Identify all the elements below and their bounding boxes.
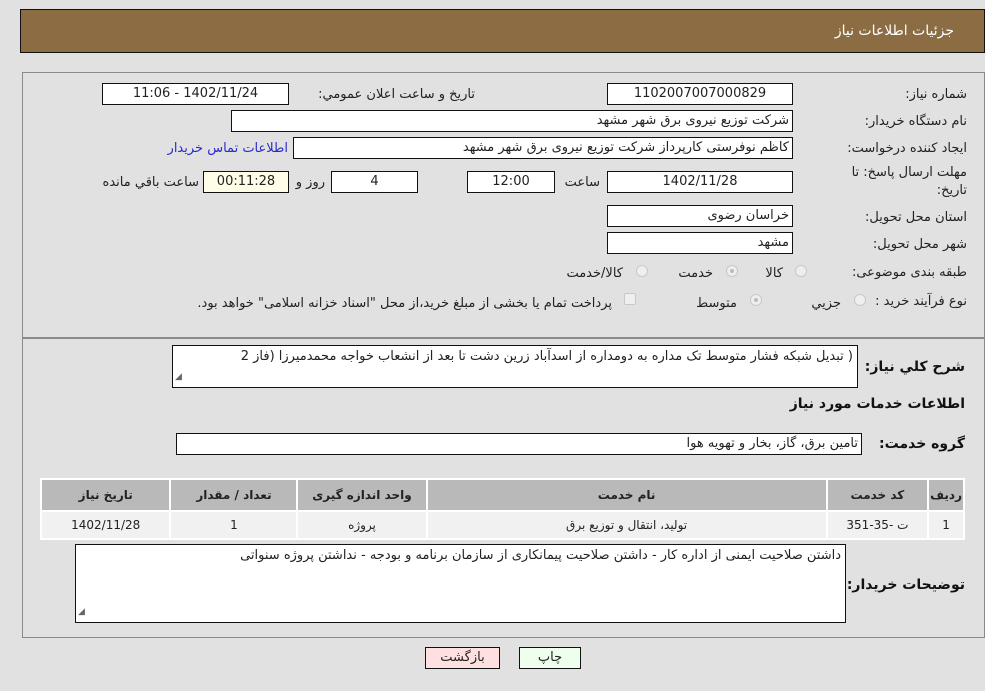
services-heading: اطلاعات خدمات مورد نیاز bbox=[789, 396, 965, 412]
cell-row-number: 1 bbox=[929, 512, 963, 538]
category-label: طبقه بندی موضوعی: bbox=[851, 265, 967, 280]
deadline-time-label: ساعت bbox=[564, 175, 600, 190]
days-remaining-field: 4 bbox=[331, 171, 418, 193]
cell-quantity: 1 bbox=[171, 512, 297, 538]
cell-need-date: 1402/11/28 bbox=[42, 512, 170, 538]
buyer-org-field: شرکت توزیع نیروی برق شهر مشهد bbox=[231, 110, 793, 132]
resize-grip-icon[interactable]: ◢ bbox=[175, 369, 182, 386]
deadline-date-field: 1402/11/28 bbox=[607, 171, 793, 193]
back-button[interactable]: بازگشت bbox=[425, 647, 500, 669]
buyer-notes-label: توضیحات خریدار: bbox=[846, 577, 965, 593]
col-unit: واحد اندازه گیری bbox=[298, 480, 426, 510]
resize-grip-icon[interactable]: ◢ bbox=[78, 604, 85, 621]
col-row-number: رديف bbox=[929, 480, 963, 510]
cell-service-name: تولید، انتقال و توزیع برق bbox=[427, 512, 826, 538]
process-label: نوع فرآیند خرید : bbox=[875, 294, 967, 309]
service-group-label: گروه خدمت: bbox=[879, 436, 965, 452]
need-number-label: شماره نیاز: bbox=[905, 87, 967, 102]
announce-label: تاریخ و ساعت اعلان عمومي: bbox=[318, 87, 475, 102]
creator-field: کاظم نوفرستی کارپرداز شرکت توزیع نیروی ب… bbox=[293, 137, 793, 159]
city-label: شهر محل تحویل: bbox=[872, 237, 967, 252]
table-header-row: رديف کد خدمت نام خدمت واحد اندازه گیری ت… bbox=[42, 480, 963, 510]
col-service-code: کد خدمت bbox=[827, 480, 928, 510]
remaining-label: ساعت باقي مانده bbox=[102, 175, 199, 190]
print-button[interactable]: چاپ bbox=[519, 647, 581, 669]
cell-unit: پروژه bbox=[298, 512, 426, 538]
need-number-field: 1102007007000829 bbox=[607, 83, 793, 105]
process-radio-medium[interactable] bbox=[750, 294, 762, 306]
process-option-medium: متوسط bbox=[696, 296, 737, 311]
city-field: مشهد bbox=[607, 232, 793, 254]
summary-text: ( تبدیل شبکه فشار متوسط تک مداره به دومد… bbox=[240, 349, 853, 364]
category-option-goods: کالا bbox=[765, 266, 783, 281]
process-option-minor: جزيي bbox=[811, 296, 841, 311]
creator-label: ایجاد کننده درخواست: bbox=[847, 141, 967, 156]
deadline-label-line1: مهلت ارسال پاسخ: تا bbox=[851, 165, 967, 180]
page-header: جزئیات اطلاعات نیاز bbox=[20, 9, 985, 53]
category-option-service: خدمت bbox=[678, 266, 713, 281]
province-field: خراسان رضوی bbox=[607, 205, 793, 227]
page-title: جزئیات اطلاعات نیاز bbox=[834, 23, 954, 39]
col-need-date: تاریخ نیاز bbox=[42, 480, 170, 510]
treasury-checkbox[interactable] bbox=[624, 293, 636, 305]
summary-textarea[interactable]: ( تبدیل شبکه فشار متوسط تک مداره به دومد… bbox=[172, 345, 858, 388]
deadline-label: مهلت ارسال پاسخ: تا تاریخ: bbox=[852, 164, 967, 200]
buyer-org-label: نام دستگاه خریدار: bbox=[864, 114, 967, 129]
buyer-notes-textarea[interactable]: داشتن صلاحیت ایمنی از اداره کار - داشتن … bbox=[75, 544, 846, 623]
province-label: استان محل تحویل: bbox=[865, 210, 967, 225]
deadline-time-field: 12:00 bbox=[467, 171, 555, 193]
category-option-goods-service: کالا/خدمت bbox=[566, 266, 623, 281]
category-radio-goods-service[interactable] bbox=[636, 265, 648, 277]
category-radio-goods[interactable] bbox=[795, 265, 807, 277]
announce-datetime-field: 1402/11/24 - 11:06 bbox=[102, 83, 289, 105]
cell-service-code: ت -35-351 bbox=[827, 512, 928, 538]
remaining-time-field: 00:11:28 bbox=[203, 171, 289, 193]
col-quantity: تعداد / مقدار bbox=[171, 480, 297, 510]
col-service-name: نام خدمت bbox=[427, 480, 826, 510]
process-radio-minor[interactable] bbox=[854, 294, 866, 306]
services-table: رديف کد خدمت نام خدمت واحد اندازه گیری ت… bbox=[40, 478, 965, 540]
table-row: 1 ت -35-351 تولید، انتقال و توزیع برق پر… bbox=[42, 512, 963, 538]
buyer-contact-link[interactable]: اطلاعات تماس خریدار bbox=[168, 141, 288, 156]
buyer-notes-text: داشتن صلاحیت ایمنی از اداره کار - داشتن … bbox=[240, 548, 841, 563]
treasury-note: پرداخت تمام یا بخشی از مبلغ خرید،از محل … bbox=[197, 296, 612, 311]
category-radio-service[interactable] bbox=[726, 265, 738, 277]
summary-label: شرح كلي نياز: bbox=[864, 359, 965, 375]
days-label: روز و bbox=[295, 175, 325, 190]
service-group-field: تامین برق، گاز، بخار و تهویه هوا bbox=[176, 433, 862, 455]
deadline-label-line2: تاریخ: bbox=[936, 183, 967, 198]
